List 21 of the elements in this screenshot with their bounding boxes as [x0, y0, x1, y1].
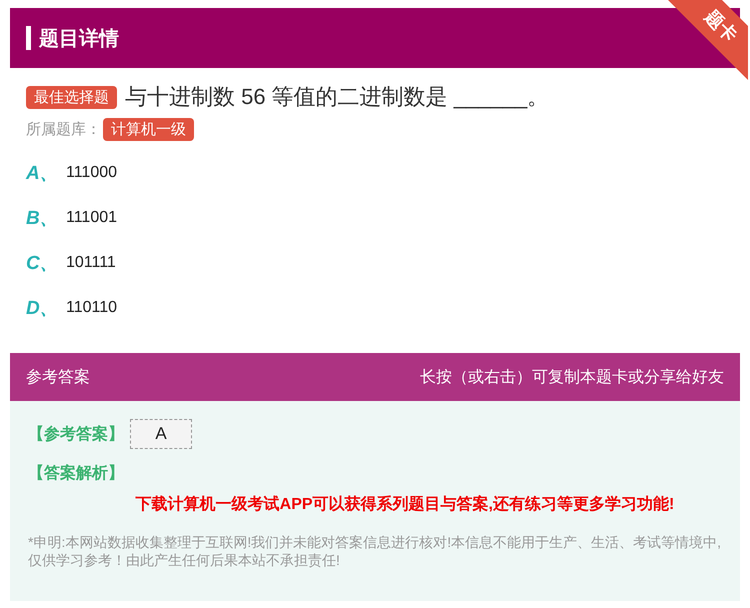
option-letter: B、 [26, 206, 54, 230]
disclaimer-text: *申明:本网站数据收集整理于互联网!我们并未能对答案信息进行核对!本信息不能用于生产、生活、考试等情境中,仅供学习参考！由此产生任何后果本站不承担责任! [28, 533, 722, 569]
title-marker [26, 26, 31, 50]
bank-label: 所属题库： [26, 120, 101, 139]
answer-image: A [130, 419, 192, 449]
bank-badge[interactable]: 计算机一级 [103, 118, 194, 141]
option-text: 110110 [66, 298, 118, 316]
option-text: 111001 [66, 208, 118, 226]
option-text: 101111 [66, 254, 116, 272]
option-letter: A、 [26, 162, 54, 186]
page-title: 题目详情 [39, 26, 119, 52]
share-hint: 长按（或右击）可复制本题卡或分享给好友 [420, 368, 724, 388]
app-promo-text: 下载计算机一级考试APP可以获得系列题目与答案,还有练习等更多学习功能! [134, 494, 676, 515]
analysis-label: 【答案解析】 [28, 463, 125, 484]
question-type-badge: 最佳选择题 [26, 86, 117, 108]
question-text: 与十进制数 56 等值的二进制数是 ______。 [125, 83, 550, 111]
option-text: 111000 [66, 164, 118, 182]
option-letter: D、 [26, 296, 54, 320]
section-title: 参考答案 [26, 367, 90, 388]
option-letter: C、 [26, 252, 54, 276]
answer-label: 【参考答案】 [28, 424, 124, 444]
